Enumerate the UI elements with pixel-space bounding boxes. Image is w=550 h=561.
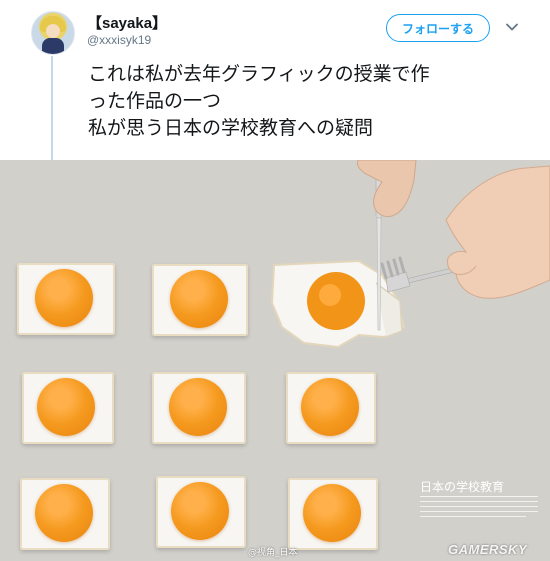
tweet-text-line: 私が思う日本の学校教育への疑問 xyxy=(88,117,374,139)
article-body-text xyxy=(420,495,538,521)
fried-egg xyxy=(152,264,248,336)
thread-line xyxy=(51,56,53,160)
article-title: 日本の学校教育 xyxy=(420,480,505,494)
tweet-text: これは私が去年グラフィックの授業で作 った作品の一つ 私が思う日本の学校教育への… xyxy=(88,61,540,142)
tweet-photo[interactable]: 日本の学校教育 @视角_日本 GAMERSKY xyxy=(0,160,550,561)
tweet-header: 【sayaka】 @xxxisyk19 フォローする これは私が去年グラフィック… xyxy=(0,0,550,160)
fried-egg xyxy=(152,372,246,444)
chevron-down-icon[interactable] xyxy=(505,20,519,34)
fried-egg xyxy=(288,478,378,550)
tweet-text-line: これは私が去年グラフィックの授業で作 xyxy=(88,63,430,85)
avatar[interactable] xyxy=(31,11,75,55)
hands-knife-fork xyxy=(357,160,550,331)
fried-egg xyxy=(22,372,114,444)
watermark-logo: GAMERSKY xyxy=(448,542,528,557)
photo-credit: @视角_日本 xyxy=(248,548,298,558)
tweet-text-line: った作品の一つ xyxy=(88,90,222,112)
follow-button[interactable]: フォローする xyxy=(386,14,490,42)
user-handle[interactable]: @xxxisyk19 xyxy=(87,33,151,47)
fried-egg xyxy=(156,476,246,548)
fried-egg xyxy=(20,478,110,550)
fried-egg xyxy=(286,372,376,444)
display-name[interactable]: 【sayaka】 xyxy=(87,12,167,33)
fried-egg xyxy=(17,263,115,335)
